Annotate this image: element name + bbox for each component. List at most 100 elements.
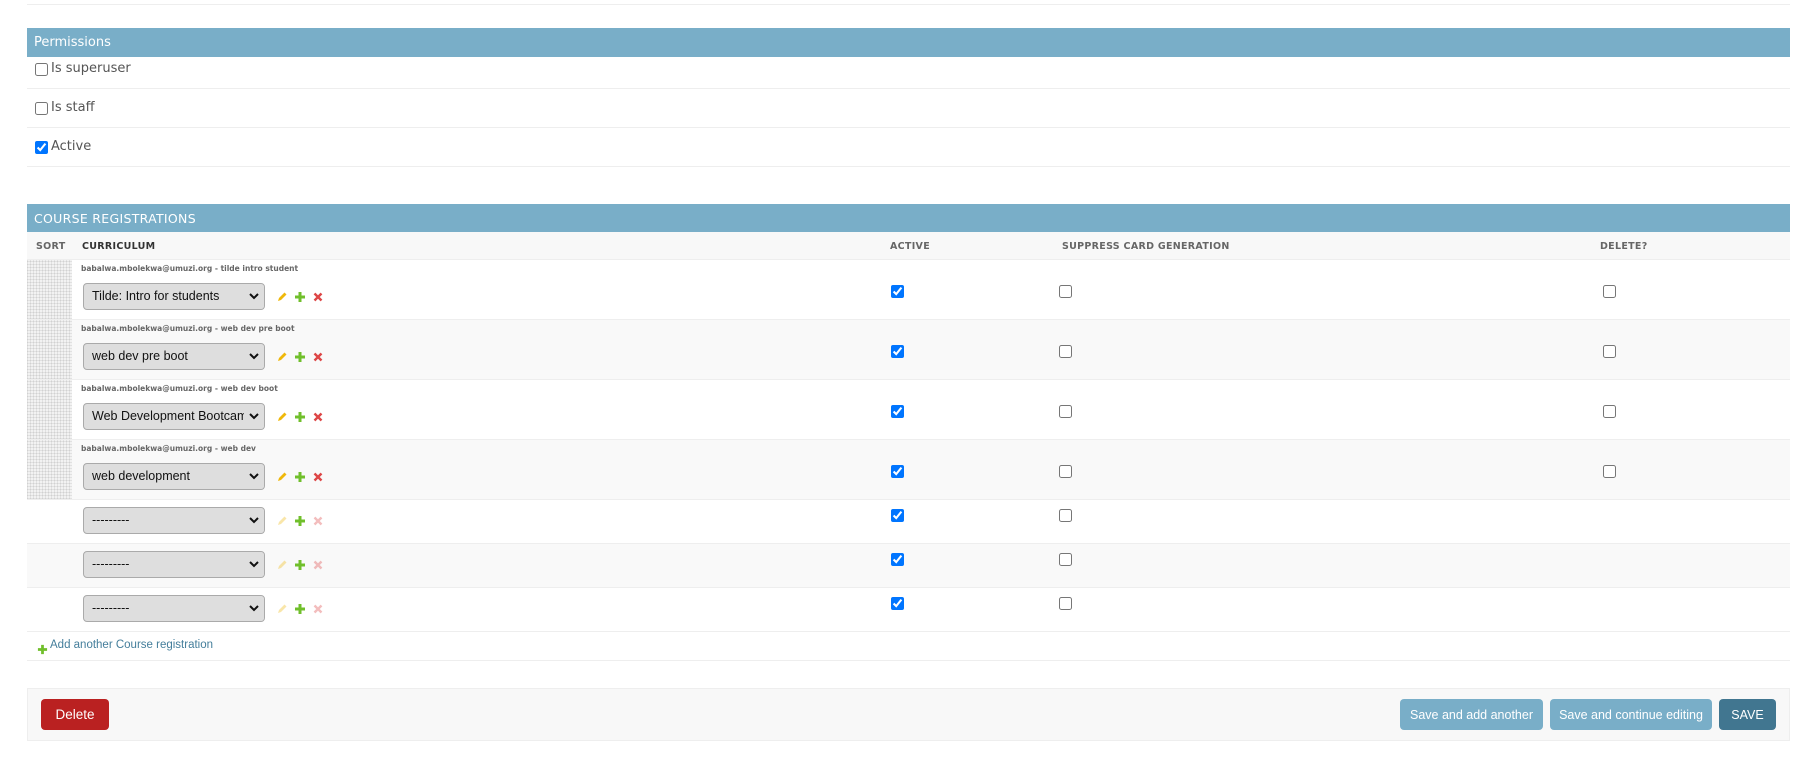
is-superuser-label[interactable]: Is superuser <box>51 61 131 76</box>
curriculum-select-value: --------- <box>92 601 130 615</box>
delete-checkbox[interactable] <box>1603 345 1616 358</box>
suppress-card-checkbox[interactable] <box>1059 465 1072 478</box>
curriculum-select[interactable]: --------- <box>83 507 265 534</box>
submit-row: Delete Save and add another Save and con… <box>27 688 1790 741</box>
active-checkbox[interactable] <box>891 597 904 610</box>
plus-icon[interactable] <box>293 410 307 424</box>
active-checkbox[interactable] <box>891 553 904 566</box>
add-another-row[interactable]: Add another Course registration <box>27 631 1790 661</box>
table-column-headers: Sort Curriculum Active Suppress card gen… <box>27 232 1790 260</box>
save-and-continue-button[interactable]: Save and continue editing <box>1550 699 1712 730</box>
drag-handle[interactable] <box>27 260 72 319</box>
save-button[interactable]: SAVE <box>1719 699 1776 730</box>
inline-original-label: babalwa.mbolekwa@umuzi.org - web dev pre… <box>81 324 295 333</box>
curriculum-select-value: web development <box>92 469 190 483</box>
table-row-empty: --------- <box>27 500 1790 544</box>
x-icon[interactable] <box>311 350 325 364</box>
table-row: babalwa.mbolekwa@umuzi.org - web dev web… <box>27 440 1790 500</box>
chevron-down-icon <box>244 284 264 309</box>
curriculum-select[interactable]: Tilde: Intro for students <box>83 283 265 310</box>
chevron-down-icon <box>244 552 264 577</box>
curriculum-select-value: web dev pre boot <box>92 349 188 363</box>
suppress-card-checkbox[interactable] <box>1059 285 1072 298</box>
x-icon <box>311 602 325 616</box>
drag-handle[interactable] <box>27 440 72 499</box>
chevron-down-icon <box>244 596 264 621</box>
field-is-superuser: Is superuser <box>27 50 1790 89</box>
active-label[interactable]: Active <box>51 139 91 154</box>
column-delete: Delete? <box>1600 241 1648 252</box>
table-row-empty: --------- <box>27 544 1790 588</box>
active-checkbox[interactable] <box>891 509 904 522</box>
curriculum-select[interactable]: --------- <box>83 595 265 622</box>
chevron-down-icon <box>244 508 264 533</box>
inline-original-label: babalwa.mbolekwa@umuzi.org - web dev boo… <box>81 384 278 393</box>
x-icon <box>311 514 325 528</box>
is-staff-label[interactable]: Is staff <box>51 100 95 115</box>
delete-checkbox[interactable] <box>1603 465 1616 478</box>
table-row: babalwa.mbolekwa@umuzi.org - tilde intro… <box>27 260 1790 320</box>
add-another-link[interactable]: Add another Course registration <box>50 639 213 651</box>
save-and-add-another-button[interactable]: Save and add another <box>1400 699 1543 730</box>
drag-handle[interactable] <box>27 320 72 379</box>
plus-icon[interactable] <box>293 350 307 364</box>
x-icon <box>311 558 325 572</box>
curriculum-select-value: --------- <box>92 557 130 571</box>
x-icon[interactable] <box>311 470 325 484</box>
suppress-card-checkbox[interactable] <box>1059 405 1072 418</box>
pencil-icon[interactable] <box>275 410 289 424</box>
plus-icon[interactable] <box>293 558 307 572</box>
delete-checkbox[interactable] <box>1603 285 1616 298</box>
suppress-card-checkbox[interactable] <box>1059 509 1072 522</box>
curriculum-select-value: Tilde: Intro for students <box>92 289 220 303</box>
plus-icon[interactable] <box>293 290 307 304</box>
plus-icon <box>37 640 48 659</box>
table-row-empty: --------- <box>27 588 1790 632</box>
plus-icon[interactable] <box>293 514 307 528</box>
column-curriculum[interactable]: Curriculum <box>82 241 155 252</box>
curriculum-select[interactable]: web dev pre boot <box>83 343 265 370</box>
suppress-card-checkbox[interactable] <box>1059 597 1072 610</box>
pencil-icon[interactable] <box>275 470 289 484</box>
drag-handle[interactable] <box>27 380 72 439</box>
active-checkbox[interactable] <box>35 141 48 154</box>
curriculum-select-value: --------- <box>92 513 130 527</box>
pencil-icon <box>275 558 289 572</box>
column-suppress-card-generation: Suppress card generation <box>1062 241 1230 252</box>
curriculum-select[interactable]: --------- <box>83 551 265 578</box>
field-active: Active <box>27 128 1790 167</box>
curriculum-select[interactable]: web development <box>83 463 265 490</box>
top-divider <box>27 4 1790 5</box>
pencil-icon[interactable] <box>275 290 289 304</box>
pencil-icon <box>275 602 289 616</box>
active-checkbox[interactable] <box>891 465 904 478</box>
delete-button[interactable]: Delete <box>41 699 109 730</box>
delete-checkbox[interactable] <box>1603 405 1616 418</box>
field-is-staff: Is staff <box>27 89 1790 128</box>
column-sort: Sort <box>36 241 66 252</box>
suppress-card-checkbox[interactable] <box>1059 553 1072 566</box>
chevron-down-icon <box>244 464 264 489</box>
pencil-icon[interactable] <box>275 350 289 364</box>
curriculum-select-value: Web Development Bootcamp <box>92 409 255 423</box>
x-icon[interactable] <box>311 290 325 304</box>
is-staff-checkbox[interactable] <box>35 102 48 115</box>
table-row: babalwa.mbolekwa@umuzi.org - web dev pre… <box>27 320 1790 380</box>
active-checkbox[interactable] <box>891 405 904 418</box>
inline-original-label: babalwa.mbolekwa@umuzi.org - tilde intro… <box>81 264 299 273</box>
pencil-icon <box>275 514 289 528</box>
chevron-down-icon <box>244 404 264 429</box>
suppress-card-checkbox[interactable] <box>1059 345 1072 358</box>
x-icon[interactable] <box>311 410 325 424</box>
plus-icon[interactable] <box>293 602 307 616</box>
curriculum-select[interactable]: Web Development Bootcamp <box>83 403 265 430</box>
course-registrations-header: Course Registrations <box>27 204 1790 233</box>
is-superuser-checkbox[interactable] <box>35 63 48 76</box>
column-active: Active <box>890 241 930 252</box>
plus-icon[interactable] <box>293 470 307 484</box>
active-checkbox[interactable] <box>891 345 904 358</box>
table-row: babalwa.mbolekwa@umuzi.org - web dev boo… <box>27 380 1790 440</box>
active-checkbox[interactable] <box>891 285 904 298</box>
chevron-down-icon <box>244 344 264 369</box>
inline-original-label: babalwa.mbolekwa@umuzi.org - web dev <box>81 444 256 453</box>
